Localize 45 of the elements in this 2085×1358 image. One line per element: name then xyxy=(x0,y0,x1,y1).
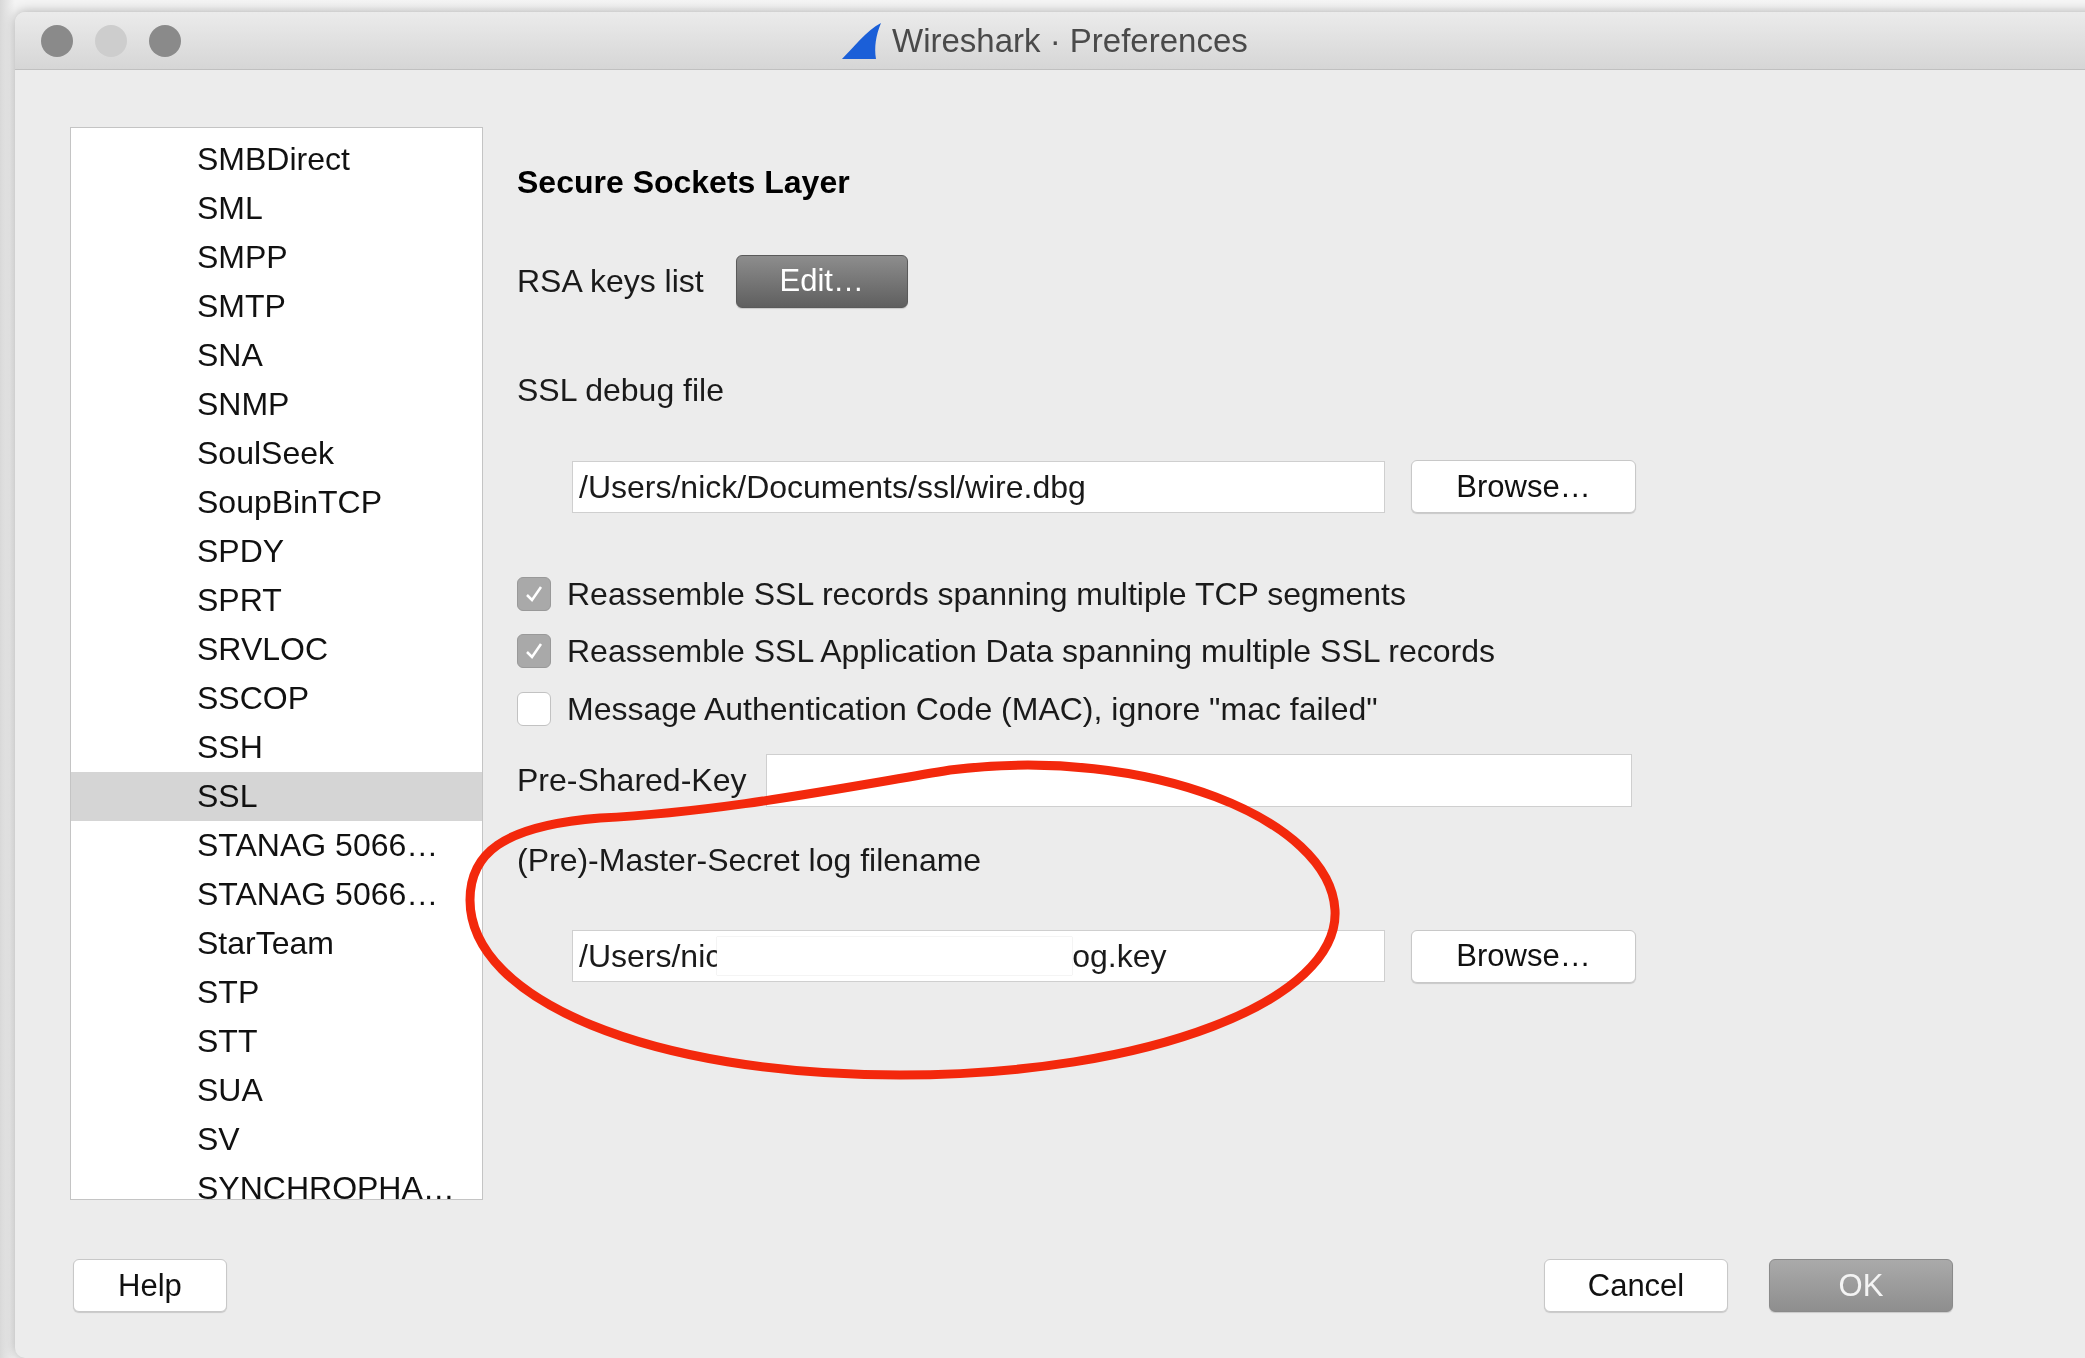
close-button[interactable] xyxy=(41,24,73,57)
sidebar-item[interactable]: StarTeam xyxy=(71,919,482,968)
sidebar-item[interactable]: STT xyxy=(71,1017,482,1066)
field-label: Pre-Shared-Key xyxy=(517,761,747,800)
sidebar-item[interactable]: SRVLOC xyxy=(71,625,482,674)
checkbox[interactable] xyxy=(517,576,551,611)
checkbox-label: Reassemble SSL records spanning multiple TCP segments xyxy=(567,574,1406,614)
sidebar-item[interactable]: SMPP xyxy=(71,233,482,282)
sidebar-item[interactable]: SV xyxy=(71,1115,482,1164)
sidebar-item[interactable]: STANAG 5066… xyxy=(71,870,482,919)
zoom-button[interactable] xyxy=(149,24,181,57)
checkbox-label: Message Authentication Code (MAC), ignore "mac failed" xyxy=(567,689,1378,729)
sidebar-item[interactable]: SUA xyxy=(71,1066,482,1115)
sidebar-item[interactable]: SYNCHROPHA… xyxy=(71,1164,482,1199)
file-path-field[interactable]: /Users/nic og.key xyxy=(572,930,1385,982)
section-heading: Secure Sockets Layer xyxy=(517,163,851,202)
key-field[interactable] xyxy=(766,753,1633,807)
sidebar-item[interactable]: SML xyxy=(71,184,482,233)
checkbox-label: Reassemble SSL Application Data spanning multiple SSL records xyxy=(567,632,1495,672)
dialog-button[interactable]: Help xyxy=(73,1259,227,1312)
browse-button[interactable]: Browse… xyxy=(1411,460,1636,513)
sidebar-item[interactable]: SPRT xyxy=(71,576,482,625)
checkbox[interactable] xyxy=(517,634,551,669)
sidebar-item[interactable]: SPDY xyxy=(71,527,482,576)
dialog-button[interactable]: Cancel xyxy=(1544,1259,1728,1312)
sidebar-item[interactable]: STANAG 5066… xyxy=(71,821,482,870)
sidebar-item[interactable]: SoulSeek xyxy=(71,429,482,478)
field-label: SSL debug file xyxy=(517,371,725,410)
edit-button[interactable]: Edit… xyxy=(735,254,908,308)
sidebar-item[interactable]: SMTP xyxy=(71,282,482,331)
field-label: RSA keys list xyxy=(517,262,704,301)
sidebar-item[interactable]: STP xyxy=(71,968,482,1017)
checkbox[interactable] xyxy=(517,691,551,726)
sidebar-item[interactable]: SMBDirect xyxy=(71,135,482,184)
sidebar-item[interactable]: SNMP xyxy=(71,380,482,429)
field-label: (Pre)-Master-Secret log filename xyxy=(517,840,983,880)
sidebar-item[interactable]: SSH xyxy=(71,723,482,772)
sidebar-item[interactable]: SoupBinTCP xyxy=(71,478,482,527)
shark-fin-icon xyxy=(840,21,882,61)
window-title: Wireshark · Preferences xyxy=(892,22,1248,60)
file-path-field[interactable]: /Users/nick/Documents/ssl/wire.dbg xyxy=(572,460,1385,513)
sidebar-item[interactable]: SSCOP xyxy=(71,674,482,723)
browse-button[interactable]: Browse… xyxy=(1411,929,1636,983)
sidebar-item[interactable]: SNA xyxy=(71,331,482,380)
sidebar-item[interactable]: SSL xyxy=(71,772,482,821)
